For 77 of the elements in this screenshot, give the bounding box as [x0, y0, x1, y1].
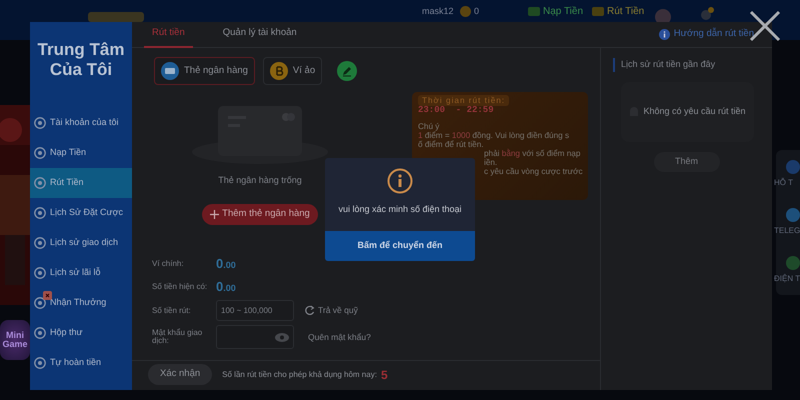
notice-text: 1 điểm = 1000 đồng. Vui lòng điền đúng s [418, 130, 570, 140]
alert-message: vui lòng xác minh số điện thoại [338, 203, 462, 216]
limit-count: 5 [380, 366, 388, 384]
plus-icon [210, 210, 220, 218]
refund-link[interactable]: Trả về quỹ [298, 303, 364, 318]
menu-item-icon [34, 267, 46, 279]
side-icon[interactable] [786, 160, 800, 174]
field-label: Số tiền rút: [152, 306, 192, 314]
menu-item-icon [34, 177, 46, 189]
coin-icon [270, 62, 288, 80]
info-icon [658, 29, 670, 40]
eye-icon [275, 332, 289, 342]
menu-item-icon [34, 117, 46, 129]
payment-method-tab[interactable]: Thẻ ngân hàng [154, 57, 255, 85]
sidebar-item[interactable]: Lịch sử giao dịch [30, 228, 132, 258]
info-icon [387, 168, 413, 194]
username-text: mask12 [422, 7, 454, 17]
card-icon [161, 62, 179, 80]
balance-text: 0 [474, 7, 480, 17]
withdraw-time-label: Thời gian rút tiền: [418, 95, 510, 106]
confirm-button[interactable]: Xác nhận [148, 364, 212, 385]
sidebar-item[interactable]: Nhận Thưởng [30, 288, 132, 318]
side-widget-label[interactable]: TELEG [774, 225, 800, 237]
add-bank-card-button[interactable]: Thêm thẻ ngân hàng [202, 204, 318, 224]
sidebar-item[interactable]: Rút Tiền [30, 168, 132, 198]
deposit-link[interactable]: Nạp Tiền [543, 6, 584, 17]
sidebar-item[interactable]: Lịch Sử Đặt Cược [30, 198, 132, 228]
field-label: Ví chính: [152, 260, 185, 268]
minigame-badge[interactable]: Mini Game [0, 320, 30, 360]
coin-icon [460, 6, 471, 17]
side-icon[interactable] [786, 256, 800, 270]
notice-text: ố điểm để rút tiền. [418, 140, 484, 149]
bell-icon[interactable] [700, 7, 714, 21]
amount-value: 0.00 [216, 278, 236, 296]
go-button[interactable]: Bấm để chuyển đến [325, 231, 475, 261]
pen-icon [337, 61, 358, 81]
menu-item-icon [34, 147, 46, 159]
side-widget-label[interactable]: HỖ T [774, 177, 793, 189]
help-link[interactable]: Hướng dẫn rút tiền [652, 26, 760, 43]
empty-history-text: Không có yêu cầu rút tiền [643, 104, 746, 118]
refresh-icon [304, 305, 315, 316]
menu-item-icon [34, 327, 46, 339]
field-label: Số tiền hiện có: [152, 283, 208, 291]
logo-icon [88, 10, 144, 24]
payment-method-tab[interactable]: Ví ảo [262, 57, 322, 85]
field-label: Mật khẩu giao dịch: [152, 329, 204, 345]
sidebar-item[interactable]: Tài khoản của tôi [30, 108, 132, 138]
withdraw-time-range: 23:00 - 22:59 [418, 106, 495, 116]
sidebar-item[interactable]: Nạp Tiền [30, 138, 132, 168]
sidebar-item[interactable]: Hộp thư [30, 318, 132, 348]
limit-text: Số lần rút tiền cho phép khả dụng hôm nay: [222, 368, 377, 380]
amount-value: 0.00 [216, 255, 236, 274]
side-icon[interactable] [786, 208, 800, 222]
close-icon[interactable] [43, 291, 52, 300]
notice-text: phải bằng với số điểm nạp [484, 148, 580, 158]
side-widget-label[interactable]: ĐIỆN T [774, 273, 800, 285]
empty-card-text: Thẻ ngân hàng trống [218, 174, 302, 187]
forgot-password-link[interactable]: Quên mật khẩu? [302, 330, 377, 344]
menu-item-icon [34, 207, 46, 219]
withdraw-link[interactable]: Rút Tiền [607, 6, 644, 17]
wallet-icon[interactable] [528, 7, 540, 16]
tab[interactable]: Quản lý tài khoản [214, 22, 305, 48]
sidebar-title: Trung Tâm Của Tôi [36, 39, 126, 81]
history-title: Lịch sử rút tiền gần đây [613, 58, 760, 72]
menu-item-icon [34, 297, 46, 309]
amount-input[interactable]: 100 ~ 100,000 [216, 300, 294, 321]
notice-text: c yêu cầu vòng cược trước [484, 166, 583, 176]
notice-title: Chú ý [418, 122, 440, 131]
password-field[interactable] [216, 325, 294, 349]
sidebar-item[interactable]: Lịch sử lãi lỗ [30, 258, 132, 288]
sidebar-item[interactable]: Tự hoàn tiền [30, 348, 132, 378]
menu-item-icon [34, 357, 46, 369]
tab[interactable]: Rút tiền [144, 22, 193, 48]
wallet-icon[interactable] [592, 7, 604, 16]
notice-text: iền. [484, 158, 498, 167]
menu-item-icon [34, 237, 46, 249]
more-button[interactable]: Thêm [654, 152, 720, 172]
